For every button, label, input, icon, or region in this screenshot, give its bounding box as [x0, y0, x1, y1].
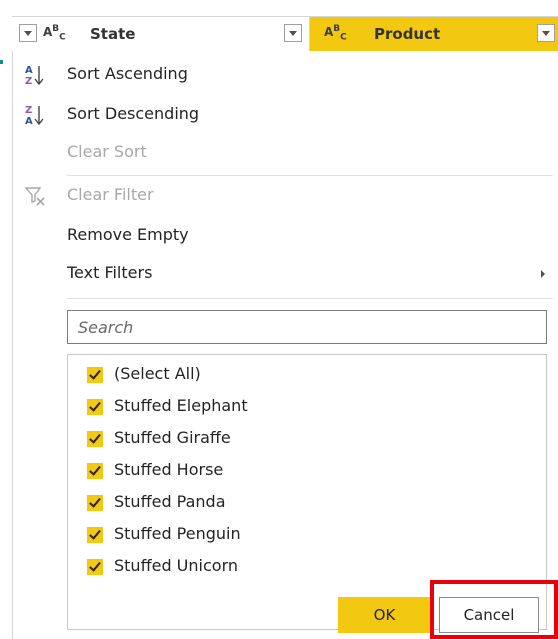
submenu-arrow-icon [541, 270, 545, 278]
list-item[interactable]: Stuffed Elephant [68, 391, 546, 423]
sheet-edge [0, 0, 12, 639]
checkbox-checked[interactable] [87, 559, 103, 575]
cell-indicator [0, 60, 3, 64]
column-dropdown-button[interactable] [19, 24, 37, 42]
list-item-label: Stuffed Panda [114, 492, 226, 511]
column-header-state[interactable]: ABC State [12, 17, 310, 51]
svg-text:A: A [25, 116, 33, 127]
menu-item-label: Clear Sort [67, 142, 147, 161]
column-title: State [90, 25, 136, 43]
svg-text:Z: Z [25, 105, 32, 116]
cancel-button[interactable]: Cancel [439, 597, 539, 633]
menu-item-sort-ascending[interactable]: A Z Sort Ascending [13, 59, 558, 91]
menu-item-sort-descending[interactable]: Z A Sort Descending [13, 99, 558, 131]
checkbox-checked[interactable] [87, 367, 103, 383]
menu-item-label: Sort Ascending [67, 64, 188, 83]
column-filter-button[interactable] [284, 24, 302, 42]
filter-dropdown-panel: A Z Sort Ascending Z A Sort Descending C… [12, 51, 558, 639]
svg-text:A: A [25, 65, 33, 76]
menu-item-text-filters[interactable]: Text Filters [13, 258, 558, 290]
menu-separator [67, 298, 553, 299]
list-item-label: Stuffed Giraffe [114, 428, 231, 447]
checkbox-checked[interactable] [87, 495, 103, 511]
list-item-label: (Select All) [114, 364, 201, 383]
clear-filter-icon [24, 187, 45, 206]
column-title: Product [374, 25, 441, 43]
checkbox-checked[interactable] [87, 399, 103, 415]
menu-item-label: Clear Filter [67, 185, 154, 204]
list-item-label: Stuffed Elephant [114, 396, 248, 415]
menu-item-clear-sort[interactable]: Clear Sort [13, 137, 558, 169]
menu-separator [67, 175, 553, 176]
sort-descending-icon: Z A [25, 105, 44, 127]
text-type-icon[interactable]: ABC [324, 24, 347, 42]
search-input[interactable] [67, 310, 547, 344]
checkbox-checked[interactable] [87, 431, 103, 447]
list-item-label: Stuffed Horse [114, 460, 224, 479]
column-header-row: ABC State ABC Product [12, 16, 558, 52]
menu-item-label: Remove Empty [67, 225, 189, 244]
menu-item-remove-empty[interactable]: Remove Empty [13, 220, 558, 252]
menu-item-label: Sort Descending [67, 104, 200, 123]
sort-ascending-icon: A Z [25, 65, 44, 87]
list-item[interactable]: Stuffed Giraffe [68, 423, 546, 455]
checkbox-checked[interactable] [87, 527, 103, 543]
ok-button[interactable]: OK [338, 597, 431, 633]
list-item[interactable]: Stuffed Unicorn [68, 551, 546, 583]
filter-value-list: (Select All) Stuffed Elephant Stuffed Gi… [67, 354, 547, 630]
list-item-label: Stuffed Unicorn [114, 556, 238, 575]
list-item-label: Stuffed Penguin [114, 524, 241, 543]
checkbox-checked[interactable] [87, 463, 103, 479]
menu-item-clear-filter[interactable]: Clear Filter [13, 180, 558, 212]
svg-text:Z: Z [25, 76, 32, 87]
list-item[interactable]: Stuffed Horse [68, 455, 546, 487]
list-item[interactable]: Stuffed Penguin [68, 519, 546, 551]
list-item[interactable]: Stuffed Panda [68, 487, 546, 519]
list-item-select-all[interactable]: (Select All) [68, 359, 546, 391]
menu-item-label: Text Filters [67, 263, 153, 282]
text-type-icon[interactable]: ABC [43, 24, 66, 42]
column-header-product[interactable]: ABC Product [310, 17, 558, 51]
column-filter-button[interactable] [537, 24, 555, 42]
